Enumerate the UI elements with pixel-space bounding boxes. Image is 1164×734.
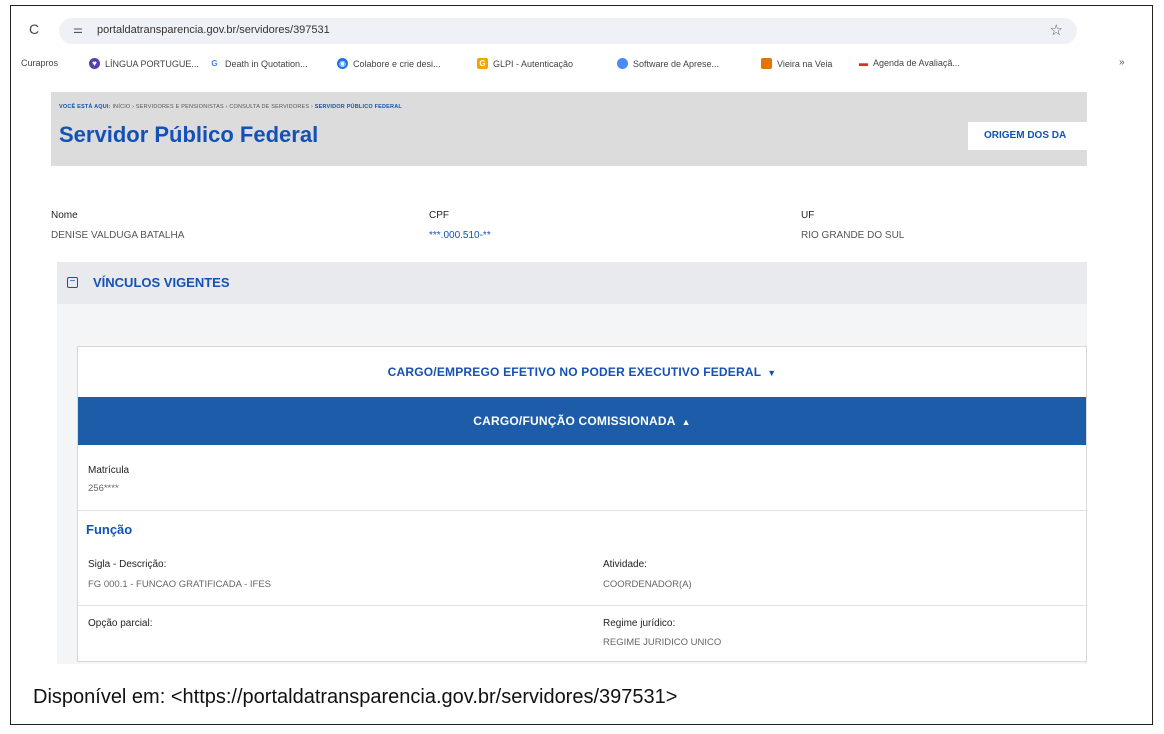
tab-cargo-efetivo-label: CARGO/EMPREGO EFETIVO NO PODER EXECUTIVO… <box>387 365 762 379</box>
glpi-icon: G <box>477 58 488 69</box>
tab-cargo-comissionada[interactable]: CARGO/FUNÇÃO COMISSIONADA ▲ <box>78 397 1086 445</box>
vinculos-vigentes-header[interactable]: − VÍNCULOS VIGENTES <box>57 262 1087 304</box>
more-bookmarks-icon[interactable]: » <box>1119 57 1125 68</box>
circle-icon <box>617 58 628 69</box>
nome-label: Nome <box>51 210 78 221</box>
bookmark-label: Death in Quotation... <box>225 58 308 69</box>
breadcrumb-prefix: VOCÊ ESTÁ AQUI: <box>59 104 111 110</box>
square-icon <box>761 58 772 69</box>
breadcrumb-path[interactable]: INÍCIO › SERVIDORES E PENSIONISTAS › CON… <box>112 104 313 110</box>
funcao-title: Função <box>86 522 133 537</box>
bookmark-item[interactable]: Vieira na Veia <box>761 58 832 69</box>
caret-down-icon: ▼ <box>767 368 777 378</box>
regime-juridico-label: Regime jurídico: <box>603 618 676 629</box>
address-bar[interactable]: ⚌ portaldatransparencia.gov.br/servidore… <box>59 18 1077 44</box>
bookmark-item[interactable]: ▬ Agenda de Avaliaçã... <box>859 58 960 68</box>
breadcrumb-current: SERVIDOR PÚBLICO FEDERAL <box>314 104 402 110</box>
url-text[interactable]: portaldatransparencia.gov.br/servidores/… <box>97 24 330 36</box>
calendar-icon: ▬ <box>859 58 868 68</box>
page-content: Nome DENISE VALDUGA BATALHA CPF ***.000.… <box>51 166 1088 664</box>
screenshot-frame: C ⚌ portaldatransparencia.gov.br/servido… <box>10 5 1153 725</box>
tab-cargo-efetivo[interactable]: CARGO/EMPREGO EFETIVO NO PODER EXECUTIVO… <box>78 347 1086 397</box>
google-icon: G <box>209 58 220 69</box>
bookmark-item[interactable]: G GLPI - Autenticação <box>477 58 573 69</box>
vinculos-vigentes-label: VÍNCULOS VIGENTES <box>93 275 230 290</box>
sigla-descricao-value: FG 000.1 - FUNCAO GRATIFICADA - IFES <box>88 579 271 590</box>
source-caption: Disponível em: <https://portaldatranspar… <box>33 686 678 708</box>
opcao-parcial-label: Opção parcial: <box>88 618 153 629</box>
reload-icon[interactable]: C <box>29 21 39 37</box>
atividade-value: COORDENADOR(A) <box>603 579 692 590</box>
bookmark-label: Curapros <box>21 58 59 68</box>
vinculos-accordion: CARGO/EMPREGO EFETIVO NO PODER EXECUTIVO… <box>77 346 1088 662</box>
cpf-label: CPF <box>429 210 449 221</box>
regime-juridico-value: REGIME JURIDICO UNICO <box>603 637 722 648</box>
divider <box>78 510 1088 511</box>
bookmark-label: Vieira na Veia <box>777 58 833 69</box>
tab-cargo-comissionada-label: CARGO/FUNÇÃO COMISSIONADA <box>473 414 676 428</box>
bookmark-label: LÍNGUA PORTUGUE... <box>105 58 199 69</box>
bookmark-label: GLPI - Autenticação <box>493 58 574 69</box>
bookmark-label: Software de Aprese... <box>633 58 720 69</box>
matricula-value: 256**** <box>88 483 119 494</box>
bookmark-item[interactable]: G Death in Quotation... <box>209 58 308 69</box>
bookmark-star-icon[interactable]: ☆ <box>1050 21 1063 39</box>
collapse-icon[interactable]: − <box>67 277 78 288</box>
globe-icon: ◉ <box>337 58 348 69</box>
caret-up-icon: ▲ <box>681 417 691 427</box>
cpf-value: ***.000.510-** <box>429 230 491 241</box>
uf-value: RIO GRANDE DO SUL <box>801 230 905 241</box>
bookmark-item[interactable]: ♥ LÍNGUA PORTUGUE... <box>89 58 199 69</box>
bookmark-item[interactable]: Software de Aprese... <box>617 58 719 69</box>
uf-label: UF <box>801 210 815 221</box>
bookmark-label: Agenda de Avaliaçã... <box>873 58 960 68</box>
page-header: VOCÊ ESTÁ AQUI: INÍCIO › SERVIDORES E PE… <box>51 92 1087 166</box>
bookmark-item[interactable]: Curapros <box>21 58 58 68</box>
matricula-label: Matrícula <box>88 465 130 476</box>
bookmarks-bar: Curapros ♥ LÍNGUA PORTUGUE... G Death in… <box>11 52 1152 76</box>
browser-toolbar: C ⚌ portaldatransparencia.gov.br/servido… <box>11 6 1152 50</box>
bookmark-label: Colabore e crie desi... <box>353 58 441 69</box>
nome-value: DENISE VALDUGA BATALHA <box>51 230 185 241</box>
atividade-label: Atividade: <box>603 559 647 570</box>
breadcrumb: VOCÊ ESTÁ AQUI: INÍCIO › SERVIDORES E PE… <box>59 104 402 110</box>
sigla-descricao-label: Sigla - Descrição: <box>88 559 167 570</box>
divider <box>78 605 1088 606</box>
heart-icon: ♥ <box>89 58 100 69</box>
site-settings-icon[interactable]: ⚌ <box>73 23 83 36</box>
origem-dos-dados-button[interactable]: ORIGEM DOS DA <box>968 122 1087 150</box>
bookmark-item[interactable]: ◉ Colabore e crie desi... <box>337 58 441 69</box>
page-title: Servidor Público Federal <box>59 122 319 147</box>
